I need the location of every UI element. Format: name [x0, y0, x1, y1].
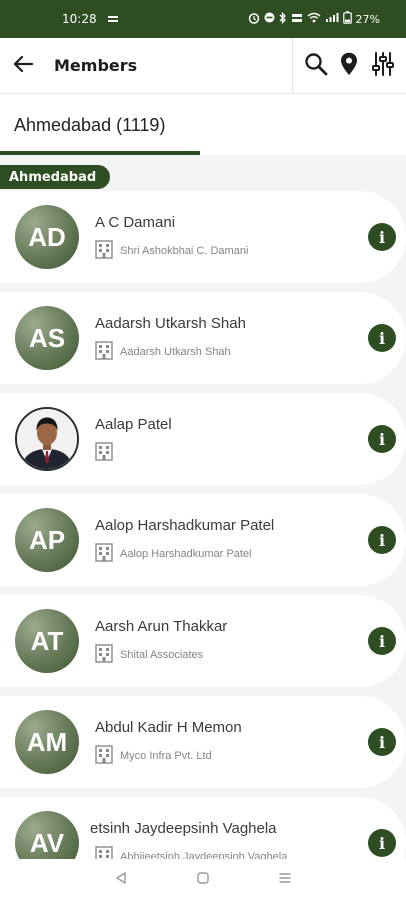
- member-name: etsinh Jaydeepsinh Vaghela: [90, 820, 277, 837]
- avatar-initials: AD: [28, 221, 66, 252]
- info-button[interactable]: i: [368, 526, 396, 554]
- alarm-icon: [248, 12, 260, 27]
- search-icon: [304, 52, 328, 80]
- signal-icon: [325, 12, 339, 26]
- menu-lines-icon: [278, 870, 292, 889]
- info-icon: i: [378, 227, 386, 247]
- company-row: Shital Associates: [94, 643, 203, 667]
- info-button[interactable]: i: [368, 728, 396, 756]
- triangle-back-icon: [114, 870, 128, 889]
- avatar: AT: [15, 609, 79, 673]
- company-row: Aadarsh Utkarsh Shah: [94, 340, 231, 364]
- member-card[interactable]: AV etsinh Jaydeepsinh Vaghela Abhijeetsi…: [0, 797, 406, 859]
- member-company: Myco Infra Pvt. Ltd: [120, 750, 212, 762]
- member-list[interactable]: Ahmedabad AD A C Damani Shri Ashokbhai C…: [0, 155, 406, 859]
- info-icon: i: [378, 328, 386, 348]
- company-row: Shri Ashokbhai C. Damani: [94, 239, 248, 263]
- avatar: AD: [15, 205, 79, 269]
- info-icon: i: [378, 732, 386, 752]
- dnd-icon: [264, 12, 275, 26]
- data-speed-icon: [291, 12, 303, 27]
- info-button[interactable]: i: [368, 324, 396, 352]
- member-card[interactable]: Aalap Patel i: [0, 393, 406, 485]
- location-button[interactable]: [335, 52, 363, 80]
- wifi-icon: [307, 12, 321, 26]
- member-company: Aadarsh Utkarsh Shah: [120, 346, 231, 358]
- info-icon: i: [378, 833, 386, 853]
- member-company: Abhijeetsinh Jaydeepsinh Vaghela: [120, 851, 288, 859]
- building-icon: [94, 744, 114, 768]
- member-card[interactable]: AM Abdul Kadir H Memon Myco Infra Pvt. L…: [0, 696, 406, 788]
- nav-home-button[interactable]: [191, 868, 215, 892]
- section-label: Ahmedabad: [9, 169, 97, 185]
- location-pin-icon: [340, 52, 358, 80]
- nav-back-button[interactable]: [109, 868, 133, 892]
- member-name: Aalop Harshadkumar Patel: [95, 517, 275, 534]
- member-card[interactable]: AP Aalop Harshadkumar Patel Aalop Harsha…: [0, 494, 406, 586]
- building-icon: [94, 542, 114, 566]
- company-row: [94, 441, 120, 465]
- battery-level: 27%: [355, 12, 380, 26]
- info-button[interactable]: i: [368, 627, 396, 655]
- filter-sliders-icon: [371, 51, 395, 80]
- company-row: Abhijeetsinh Jaydeepsinh Vaghela: [94, 845, 287, 859]
- avatar-photo: [15, 407, 79, 471]
- member-card[interactable]: AT Aarsh Arun Thakkar Shital Associates …: [0, 595, 406, 687]
- city-tabs: Ahmedabad (1119): [0, 95, 406, 155]
- building-icon: [94, 340, 114, 364]
- avatar: AS: [15, 306, 79, 370]
- battery-icon: [342, 11, 352, 27]
- building-icon: [94, 239, 114, 263]
- status-bar: 10:28 27%: [0, 0, 406, 38]
- member-name: Abdul Kadir H Memon: [95, 719, 242, 736]
- section-header: Ahmedabad: [0, 165, 111, 189]
- member-name: A C Damani: [95, 214, 176, 231]
- back-arrow-icon: [12, 53, 34, 79]
- tab-ahmedabad[interactable]: Ahmedabad (1119): [0, 95, 200, 155]
- info-icon: i: [378, 530, 386, 550]
- notification-icon: [107, 12, 119, 26]
- company-row: Myco Infra Pvt. Ltd: [94, 744, 212, 768]
- member-company: Shri Ashokbhai C. Damani: [120, 245, 249, 257]
- member-card[interactable]: AS Aadarsh Utkarsh Shah Aadarsh Utkarsh …: [0, 292, 406, 384]
- member-name: Aadarsh Utkarsh Shah: [95, 315, 246, 332]
- avatar-initials: AM: [26, 726, 68, 757]
- building-icon: [94, 845, 114, 859]
- info-button[interactable]: i: [368, 829, 396, 857]
- tab-label: Ahmedabad (1119): [14, 114, 166, 135]
- nav-recents-button[interactable]: [273, 868, 297, 892]
- app-bar: Members: [0, 37, 406, 94]
- member-card[interactable]: AD A C Damani Shri Ashokbhai C. Damani i: [0, 191, 406, 283]
- back-button[interactable]: [0, 38, 46, 94]
- page-title: Members: [54, 56, 138, 75]
- bluetooth-icon: [279, 11, 287, 27]
- avatar-initials: AV: [29, 827, 65, 858]
- avatar-initials: AT: [30, 625, 64, 656]
- member-company: Aalop Harshadkumar Patel: [120, 548, 252, 560]
- member-company: Shital Associates: [120, 649, 204, 661]
- avatar: AV: [15, 811, 79, 859]
- info-button[interactable]: i: [368, 223, 396, 251]
- building-icon: [94, 441, 114, 465]
- avatar: AP: [15, 508, 79, 572]
- avatar: AM: [15, 710, 79, 774]
- avatar-initials: AP: [28, 524, 66, 555]
- member-name: Aalap Patel: [95, 416, 172, 433]
- status-time: 10:28: [62, 12, 97, 26]
- filter-button[interactable]: [369, 51, 397, 80]
- system-nav-bar: [0, 859, 406, 900]
- info-icon: i: [378, 631, 386, 651]
- member-name: Aarsh Arun Thakkar: [95, 618, 228, 635]
- avatar-initials: AS: [28, 322, 66, 353]
- search-button[interactable]: [302, 52, 330, 80]
- info-icon: i: [378, 429, 386, 449]
- app-bar-actions: [292, 37, 406, 94]
- building-icon: [94, 643, 114, 667]
- company-row: Aalop Harshadkumar Patel: [94, 542, 251, 566]
- home-square-icon: [196, 870, 210, 889]
- info-button[interactable]: i: [368, 425, 396, 453]
